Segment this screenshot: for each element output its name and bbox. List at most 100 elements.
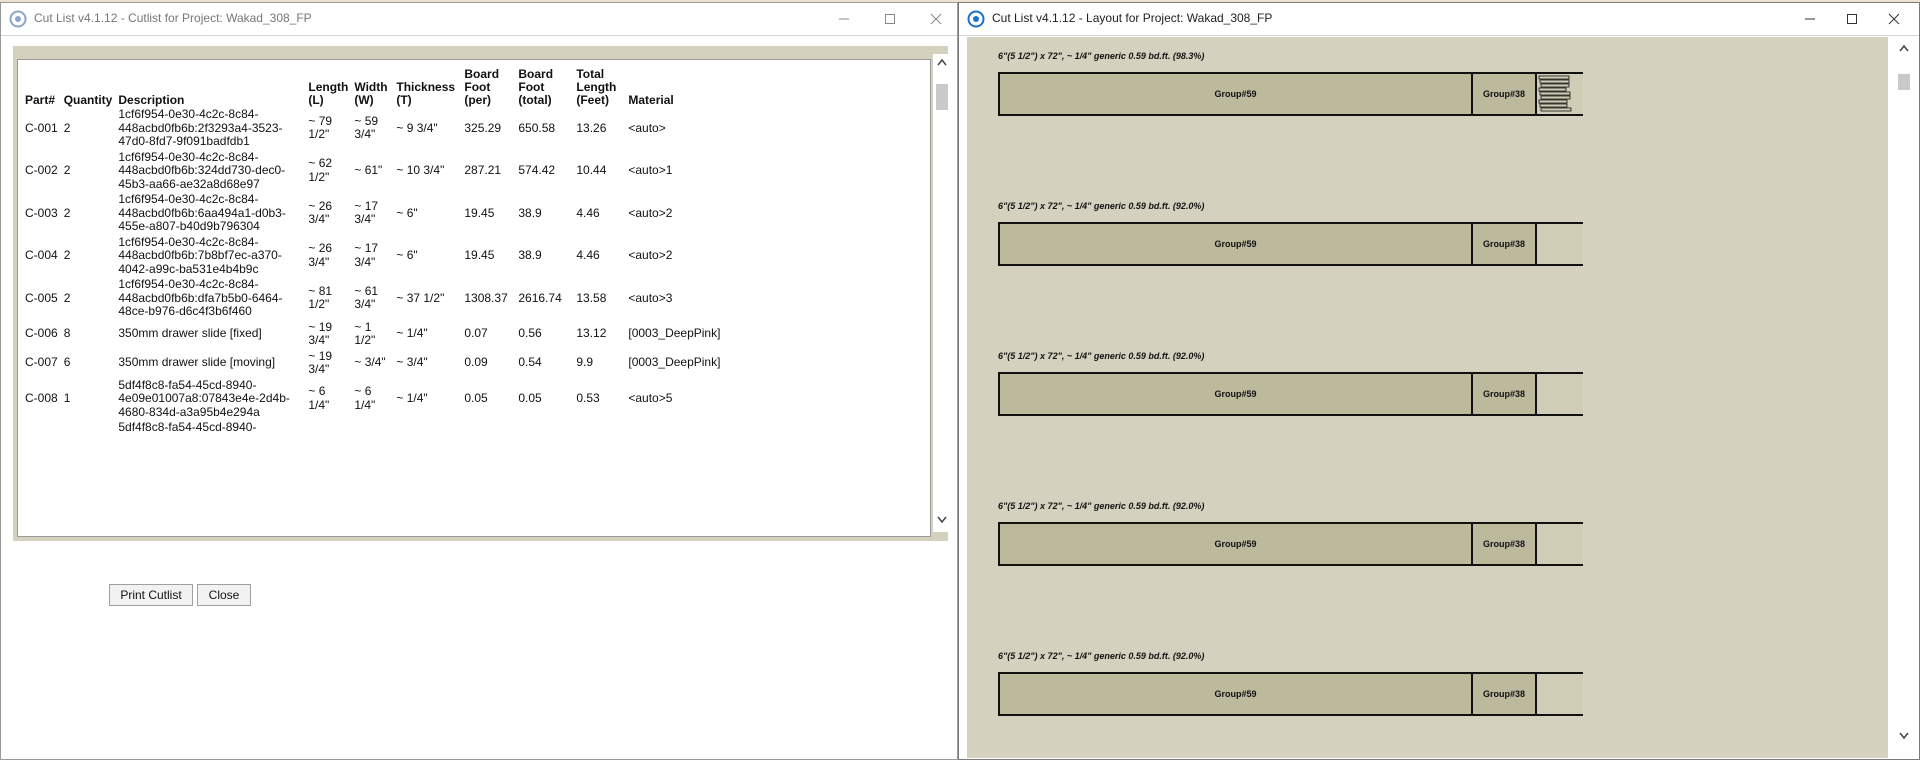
cell-bf-per: 1308.37 [464, 290, 508, 305]
cell-bf-per: 0.09 [464, 355, 488, 370]
cell-material: <auto>2 [628, 205, 673, 220]
cell-width: ~ 6 1/4" [354, 384, 376, 412]
cell-length: ~ 81 1/2" [308, 283, 333, 312]
cell-description: 1cf6f954-0e30-4c2c-8c84-448acbd0fb6b:2f3… [118, 107, 283, 148]
layout-window: Cut List v4.1.12 - Layout for Project: W… [958, 2, 1920, 760]
cell-bf-per: 0.05 [464, 391, 488, 405]
cell-part: C-008 [25, 391, 58, 405]
cell-part: C-001 [25, 120, 58, 135]
cell-bf-total: 2616.74 [518, 290, 562, 305]
cutlist-table: Part# Quantity Description Length (L) Wi… [22, 68, 723, 436]
cell-total-length: 4.46 [576, 205, 600, 220]
scrollbar-thumb[interactable] [1898, 74, 1910, 90]
layout-scrollbar[interactable] [1895, 36, 1913, 759]
maximize-icon[interactable] [867, 3, 913, 35]
col-bf-total: Board Foot (total) [518, 67, 554, 107]
cell-thickness: ~ 6" [396, 205, 418, 220]
scrollbar-thumb[interactable] [936, 84, 948, 110]
cell-bf-total: 0.56 [518, 326, 542, 341]
cutlist-scrollbar[interactable] [933, 54, 951, 532]
scroll-down-icon[interactable] [937, 516, 947, 524]
col-total-length: Total Length (Feet) [576, 67, 617, 107]
cell-bf-total: 0.05 [518, 391, 542, 405]
cell-part: C-005 [25, 290, 58, 305]
cell-quantity: 2 [63, 290, 71, 305]
print-cutlist-button[interactable]: Print Cutlist [109, 584, 193, 606]
scroll-up-icon[interactable] [1899, 44, 1909, 52]
cell-total-length: 4.46 [576, 248, 600, 262]
cell-length: ~ 6 1/4" [308, 384, 330, 412]
cell-quantity: 8 [63, 326, 71, 341]
part-group38: Group#38 [1473, 224, 1537, 264]
cell-description: 1cf6f954-0e30-4c2c-8c84-448acbd0fb6b:7b8… [118, 234, 282, 276]
scroll-down-icon[interactable] [1899, 732, 1909, 740]
cell-description: 350mm drawer slide [fixed] [118, 326, 262, 341]
window-title: Cut List v4.1.12 - Layout for Project: W… [992, 11, 1273, 25]
board-layout: Group#59 Group#38 [998, 372, 1583, 416]
cell-bf-total: 574.42 [518, 163, 556, 177]
layout-content: 6"(5 1/2") x 72", ~ 1/4" generic 0.59 bd… [960, 36, 1918, 759]
table-row: C-006 8 350mm drawer slide [fixed] ~ 19 3/4… [22, 320, 723, 349]
cutlist-content: Part# Quantity Description Length (L) Wi… [1, 36, 957, 759]
cell-material: <auto> [628, 120, 666, 135]
board-layout: Group#59 Group#38 [998, 522, 1583, 566]
cell-total-length: 13.58 [576, 290, 607, 305]
part-group38: Group#38 [1473, 524, 1537, 564]
cell-total-length: 10.44 [576, 163, 607, 177]
scroll-up-icon[interactable] [937, 58, 947, 66]
col-quantity: Quantity [63, 93, 113, 107]
table-row: C-002 2 1cf6f954-0e30-4c2c-8c84-448acbd0fb… [22, 150, 723, 193]
cell-thickness: ~ 37 1/2" [396, 290, 445, 305]
sketchup-app-icon [9, 10, 27, 28]
minimize-icon[interactable] [1787, 3, 1833, 35]
cell-total-length: 13.12 [576, 326, 607, 341]
cell-total-length: 9.9 [576, 355, 594, 370]
board-offcut [1537, 374, 1583, 414]
cell-bf-per: 19.45 [464, 248, 495, 262]
cell-width: ~ 17 3/4" [354, 198, 379, 227]
cell-length: ~ 19 3/4" [308, 319, 333, 347]
board-label: 6"(5 1/2") x 72", ~ 1/4" generic 0.59 bd… [998, 501, 1205, 511]
cell-bf-total [515, 420, 573, 436]
minimize-icon[interactable] [821, 3, 867, 35]
cell-bf-per: 0.07 [464, 326, 488, 341]
maximize-icon[interactable] [1829, 3, 1875, 35]
cell-width: ~ 61" [354, 163, 383, 177]
table-row: C-008 1 5df4f8c8-fa54-45cd-8940-4e09e01007… [22, 378, 723, 421]
cell-quantity [61, 420, 116, 436]
close-icon[interactable] [1871, 3, 1917, 35]
table-row: C-004 2 1cf6f954-0e30-4c2c-8c84-448acbd0fb… [22, 235, 723, 278]
cell-thickness: ~ 9 3/4" [396, 120, 438, 135]
cell-total-length: 0.53 [576, 391, 600, 405]
board-label: 6"(5 1/2") x 72", ~ 1/4" generic 0.59 bd… [998, 51, 1205, 61]
col-description: Description [118, 93, 185, 107]
cell-width: ~ 59 3/4" [354, 113, 379, 142]
cell-length: ~ 19 3/4" [308, 348, 333, 376]
close-button[interactable]: Close [197, 584, 251, 606]
cell-quantity: 2 [63, 248, 71, 262]
board-label: 6"(5 1/2") x 72", ~ 1/4" generic 0.59 bd… [998, 651, 1205, 661]
cell-description: 5df4f8c8-fa54-45cd-8940- [118, 420, 257, 434]
col-material: Material [628, 93, 674, 107]
cell-part: C-007 [25, 355, 58, 370]
board-layout: Group#59 Group#38 [998, 72, 1583, 116]
cell-thickness: ~ 6" [396, 248, 418, 262]
board-layout: Group#59 Group#38 [998, 672, 1583, 716]
col-bf-per: Board Foot (per) [464, 67, 500, 107]
cell-width: ~ 1 1/2" [354, 319, 376, 347]
cell-material: <auto>5 [628, 391, 673, 405]
cell-quantity: 6 [63, 355, 71, 370]
close-icon[interactable] [913, 3, 959, 35]
table-row: C-005 2 1cf6f954-0e30-4c2c-8c84-448acbd0fb… [22, 277, 723, 320]
sketchup-app-icon [967, 10, 985, 28]
col-thickness: Thickness (T) [396, 80, 456, 107]
cell-quantity: 2 [63, 163, 71, 177]
part-group59: Group#59 [1000, 224, 1473, 264]
cell-width: ~ 3/4" [354, 355, 386, 370]
cell-quantity: 2 [63, 120, 71, 135]
cell-length [305, 420, 351, 436]
cell-part [22, 420, 61, 436]
cell-bf-per: 19.45 [464, 205, 495, 220]
part-group59: Group#59 [1000, 374, 1473, 414]
part-group38: Group#38 [1473, 674, 1537, 714]
